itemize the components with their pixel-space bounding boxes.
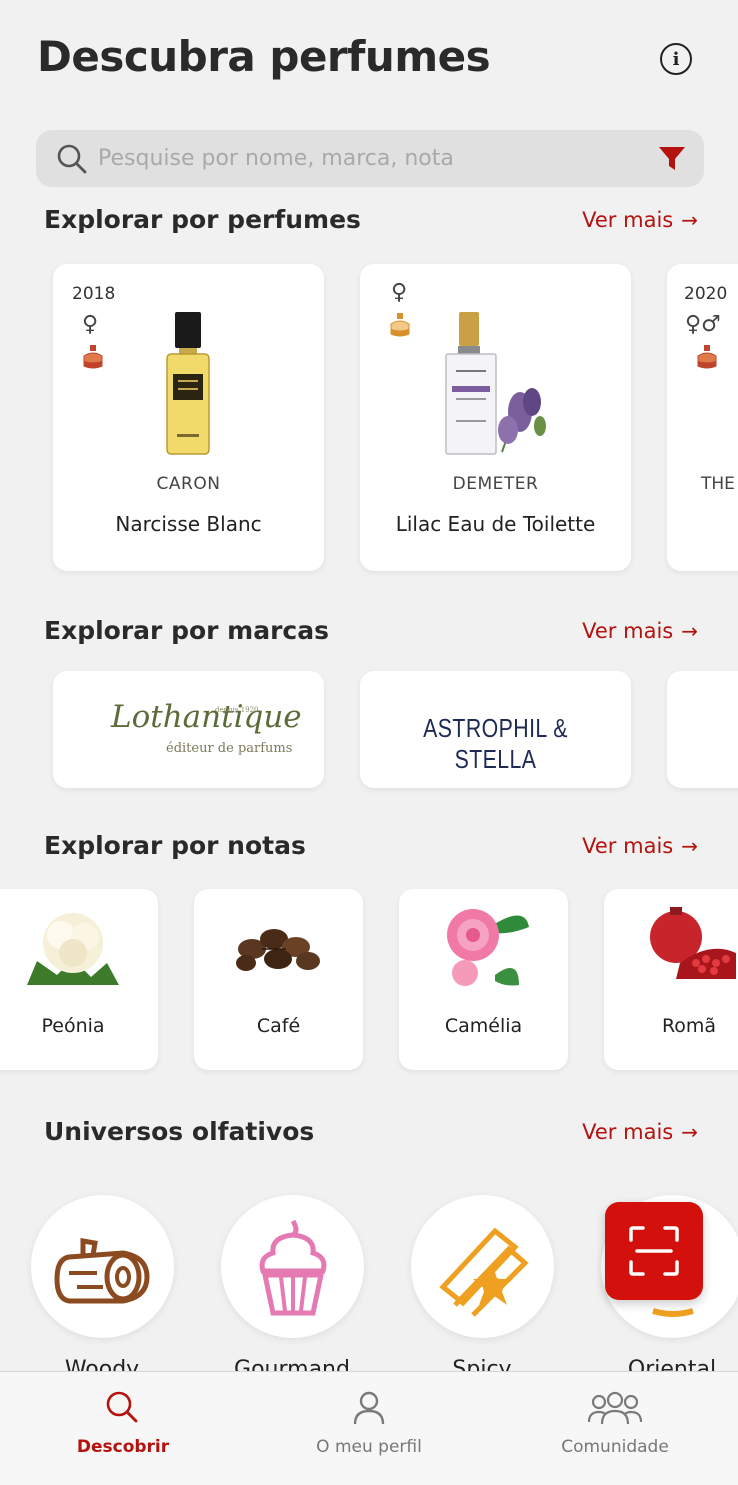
search-icon xyxy=(57,144,87,174)
user-icon xyxy=(353,1391,385,1425)
see-more-universes-link[interactable]: Ver mais → xyxy=(582,1120,698,1144)
tab-my-profile[interactable]: O meu perfil xyxy=(246,1372,492,1485)
cupcake-icon xyxy=(259,1219,327,1316)
universe-woody[interactable] xyxy=(31,1195,174,1338)
see-more-perfumes-link[interactable]: Ver mais → xyxy=(582,208,698,232)
coffee-beans-image xyxy=(236,929,320,971)
universe-spicy[interactable] xyxy=(411,1195,554,1338)
brand-card[interactable]: ASTROPHIL & STELLA xyxy=(360,671,631,788)
perfume-brand: DEMETER xyxy=(452,474,539,494)
tab-label: Descobrir xyxy=(76,1437,170,1457)
gender-unisex-icon: ♀♂ xyxy=(685,312,721,337)
perfume-card[interactable]: ♀ DEMETER Lilac Eau de Toilette xyxy=(360,264,631,571)
camellia-image xyxy=(447,909,529,986)
see-more-label: Ver mais xyxy=(582,619,674,643)
perfume-bottle-image xyxy=(166,312,210,455)
see-more-brands-link[interactable]: Ver mais → xyxy=(582,619,698,643)
tab-discover[interactable]: Descobrir xyxy=(0,1372,246,1485)
concentration-icon xyxy=(390,313,410,337)
see-more-label: Ver mais xyxy=(582,834,674,858)
note-card[interactable]: Romã xyxy=(604,889,738,1070)
brand-logo: Lothantique xyxy=(111,699,302,735)
see-more-notes-link[interactable]: Ver mais → xyxy=(582,834,698,858)
section-title-brands: Explorar por marcas xyxy=(44,616,329,645)
section-title-notes: Explorar por notas xyxy=(44,831,306,860)
perfume-card[interactable]: 2020 ♀♂ THE xyxy=(667,264,738,571)
scan-icon xyxy=(629,1226,679,1276)
tab-label: Comunidade xyxy=(561,1437,669,1457)
perfume-name: Narcisse Blanc xyxy=(115,512,262,536)
page-title: Descubra perfumes xyxy=(37,32,491,81)
perfume-bottle-image xyxy=(445,312,546,455)
gender-female-icon: ♀ xyxy=(391,280,408,305)
tab-label: O meu perfil xyxy=(316,1437,422,1457)
perfume-year: 2018 xyxy=(72,284,116,304)
search-icon xyxy=(106,1391,138,1423)
brand-card[interactable] xyxy=(667,671,738,788)
perfume-name: Lilac Eau de Toilette xyxy=(395,512,596,536)
arrow-right-icon: → xyxy=(681,1120,698,1144)
perfume-brand: CARON xyxy=(156,474,221,494)
tab-bar: Descobrir O meu perfil Comunidade xyxy=(0,1371,738,1485)
note-label: Camélia xyxy=(444,1015,523,1037)
note-label: Café xyxy=(256,1015,301,1037)
see-more-label: Ver mais xyxy=(582,208,674,232)
note-card[interactable]: Café xyxy=(194,889,363,1070)
arrow-right-icon: → xyxy=(681,619,698,643)
note-card[interactable]: Camélia xyxy=(399,889,568,1070)
section-title-perfumes: Explorar por perfumes xyxy=(44,205,361,234)
perfume-year: 2020 xyxy=(684,284,728,304)
arrow-right-icon: → xyxy=(681,834,698,858)
note-label: Peónia xyxy=(41,1015,105,1037)
header: Descubra perfumes i xyxy=(0,0,738,120)
perfume-brand: THE xyxy=(701,474,735,494)
search-input[interactable] xyxy=(98,130,638,187)
brand-logo-subtitle: éditeur de parfums xyxy=(166,741,293,756)
gender-female-icon: ♀ xyxy=(82,312,99,337)
note-card[interactable]: Peónia xyxy=(0,889,158,1070)
search-bar[interactable] xyxy=(36,130,704,187)
brand-logo: ASTROPHIL & STELLA xyxy=(423,713,568,774)
brand-logo-since: depuis 1920 xyxy=(215,706,259,714)
note-label: Romã xyxy=(661,1015,717,1037)
brand-card[interactable]: Lothantique depuis 1920 éditeur de parfu… xyxy=(53,671,324,788)
community-icon xyxy=(588,1391,642,1425)
log-icon xyxy=(54,1238,150,1304)
perfume-card[interactable]: 2018 ♀ CARON Narcisse Blanc xyxy=(53,264,324,571)
info-icon[interactable]: i xyxy=(660,43,692,75)
arrow-right-icon: → xyxy=(681,208,698,232)
cinnamon-icon xyxy=(439,1227,529,1317)
see-more-label: Ver mais xyxy=(582,1120,674,1144)
filter-icon[interactable] xyxy=(658,145,686,173)
tab-community[interactable]: Comunidade xyxy=(492,1372,738,1485)
concentration-icon xyxy=(697,345,717,369)
pomegranate-image xyxy=(650,907,736,979)
section-title-universes: Universos olfativos xyxy=(44,1117,315,1146)
concentration-icon xyxy=(83,345,103,369)
universe-gourmand[interactable] xyxy=(221,1195,364,1338)
scan-button[interactable] xyxy=(605,1202,703,1300)
peony-image xyxy=(27,913,119,985)
